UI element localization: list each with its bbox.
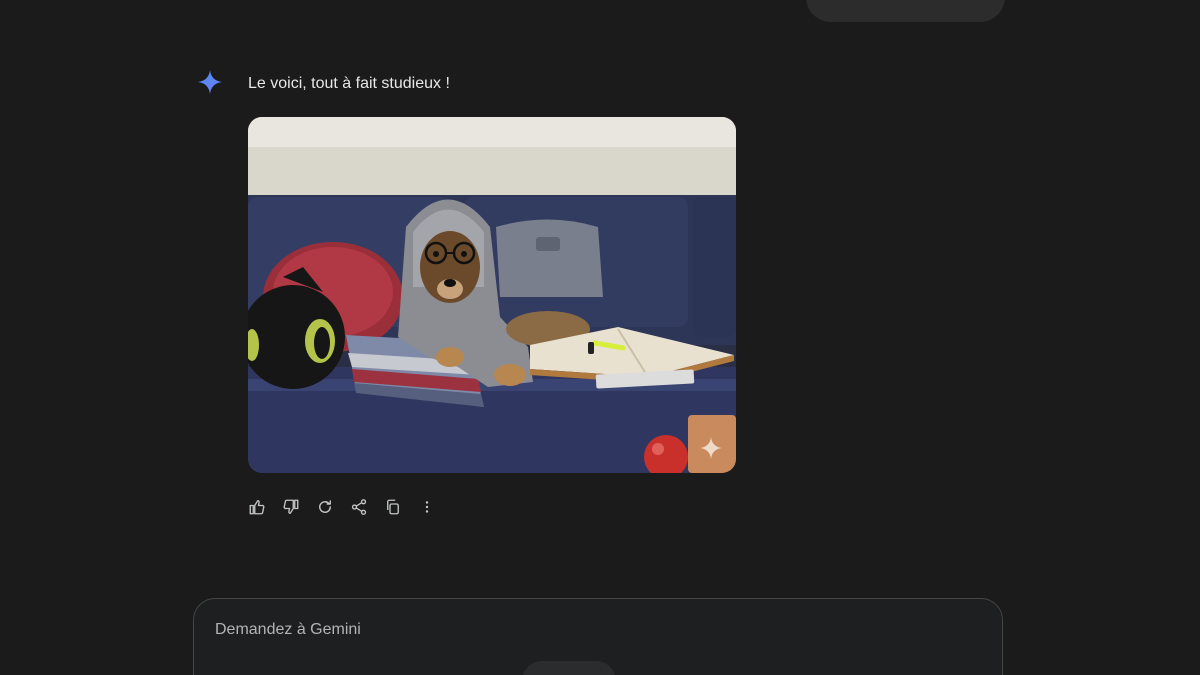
more-vert-icon xyxy=(425,501,429,513)
user-message-bubble xyxy=(806,0,1005,22)
sparkle-icon xyxy=(698,435,724,461)
generated-image-graphic xyxy=(248,117,736,473)
share-icon xyxy=(351,499,367,515)
prompt-tool-chip[interactable] xyxy=(522,661,616,675)
thumbs-down-icon xyxy=(283,499,299,514)
regenerate-button[interactable] xyxy=(312,494,338,520)
chat-page: Le voici, tout à fait studieux ! Demande… xyxy=(0,0,1200,675)
prompt-placeholder: Demandez à Gemini xyxy=(215,621,361,638)
thumbs-up-button[interactable] xyxy=(244,494,270,520)
thumbs-up-icon xyxy=(249,500,265,515)
gemini-sparkle-icon xyxy=(196,68,224,96)
thumbs-down-button[interactable] xyxy=(278,494,304,520)
copy-button[interactable] xyxy=(380,494,406,520)
share-button[interactable] xyxy=(346,494,372,520)
generated-image[interactable] xyxy=(248,117,736,473)
copy-icon xyxy=(387,499,399,515)
response-actions xyxy=(244,494,440,520)
more-options-button[interactable] xyxy=(414,494,440,520)
response-text: Le voici, tout à fait studieux ! xyxy=(248,75,450,92)
regenerate-icon xyxy=(319,500,331,513)
prompt-input[interactable]: Demandez à Gemini xyxy=(193,598,1003,675)
